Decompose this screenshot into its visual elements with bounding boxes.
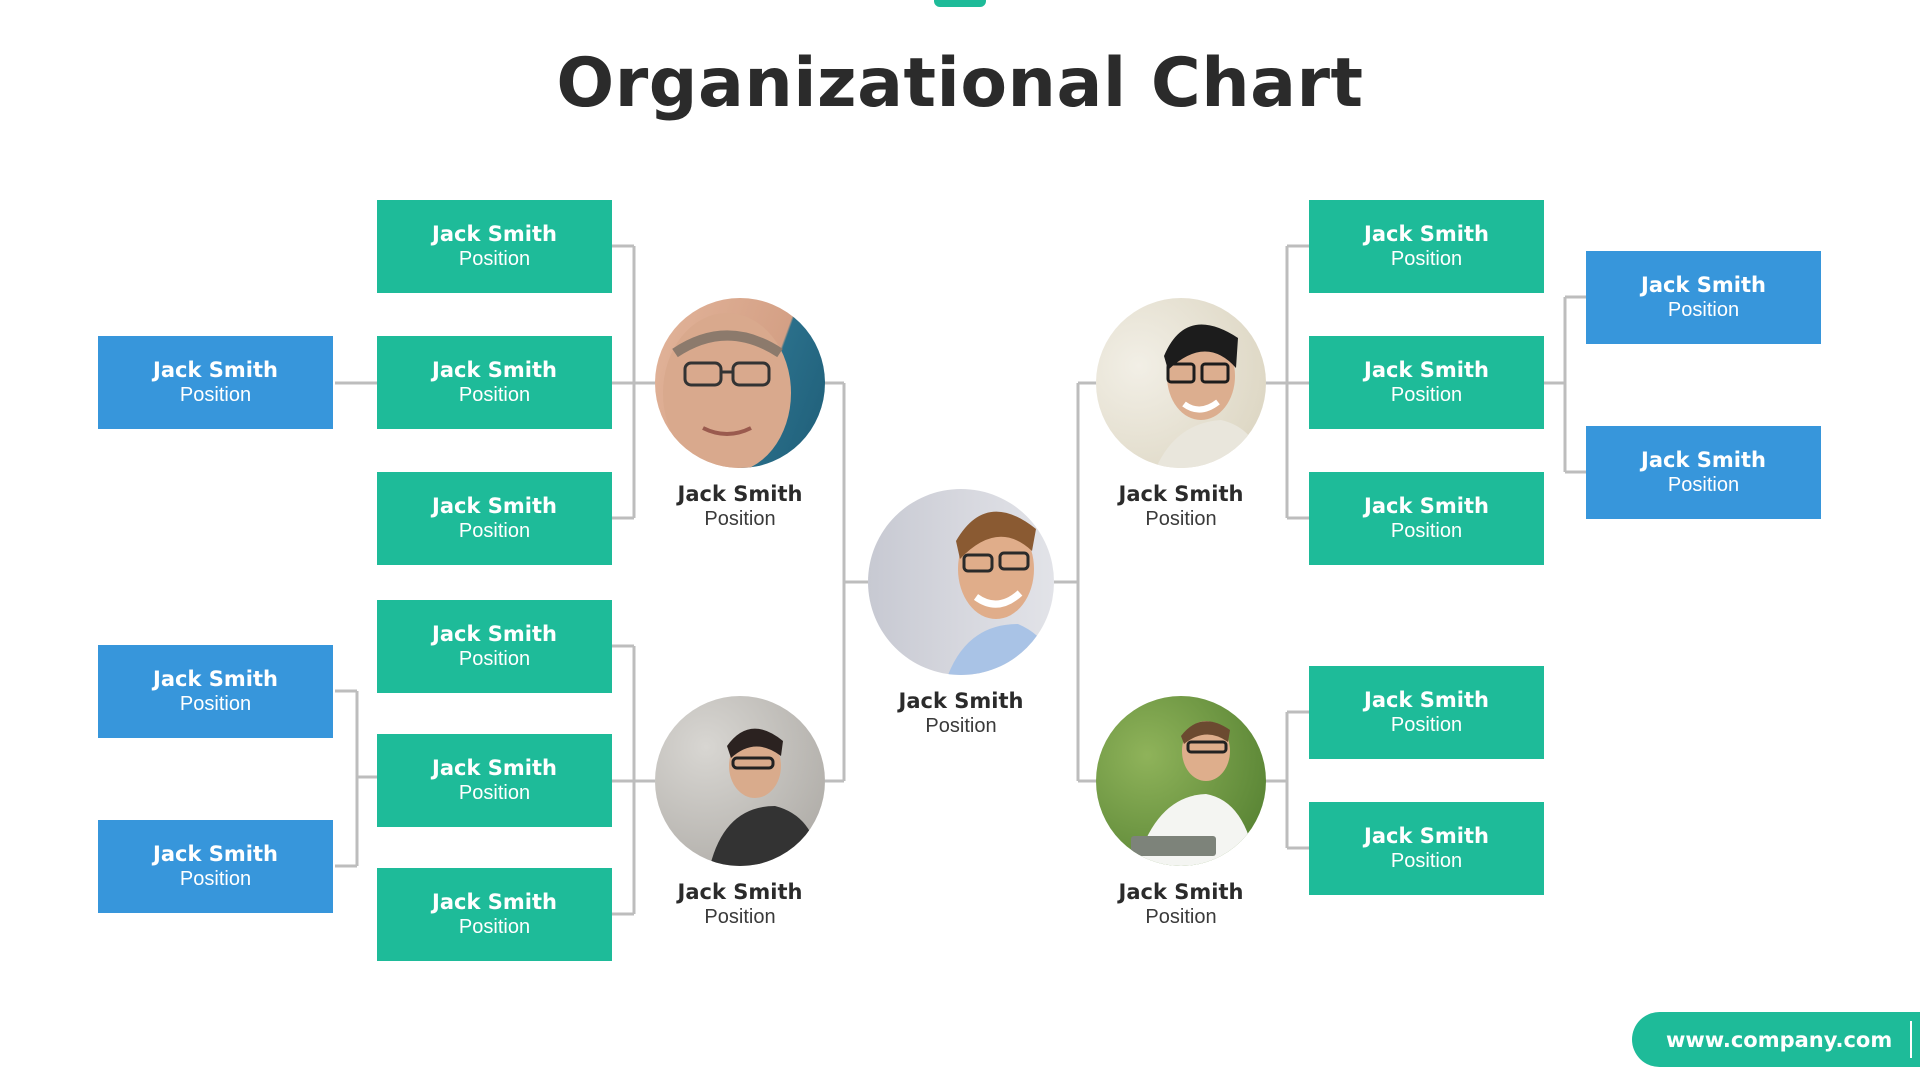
member-position: Position (179, 383, 252, 406)
manager-position: Position (1145, 906, 1217, 928)
footer-divider (1910, 1021, 1912, 1058)
manager-right-bottom[interactable]: Jack Smith Position (1071, 696, 1291, 930)
manager-name: Jack Smith (1118, 880, 1244, 904)
org-box-right-bottom-team-2[interactable]: Jack Smith Position (1309, 802, 1544, 895)
org-box-right-top-sub-1[interactable]: Jack Smith Position (1586, 251, 1821, 344)
ceo-position: Position (925, 715, 997, 737)
face-illustration (948, 511, 1054, 675)
org-box-right-top-team-2[interactable]: Jack Smith Position (1309, 336, 1544, 429)
member-position: Position (458, 383, 531, 406)
org-box-left-bottom-team-1[interactable]: Jack Smith Position (377, 600, 612, 693)
ceo[interactable]: Jack Smith Position (851, 489, 1071, 739)
footer-url[interactable]: www.company.com (1666, 1028, 1892, 1052)
org-box-left-bottom-sub-2[interactable]: Jack Smith Position (98, 820, 333, 913)
person-photo-icon (655, 696, 825, 866)
face-illustration (1156, 324, 1264, 468)
manager-position: Position (704, 906, 776, 928)
member-position: Position (1390, 849, 1463, 872)
footer-website-pill[interactable]: www.company.com (1632, 1012, 1920, 1067)
member-name: Jack Smith (153, 841, 278, 866)
face-illustration (663, 313, 791, 468)
manager-right-top[interactable]: Jack Smith Position (1071, 298, 1291, 532)
face-illustration (1131, 721, 1256, 866)
org-box-left-top-team-2[interactable]: Jack Smith Position (377, 336, 612, 429)
org-box-right-top-team-3[interactable]: Jack Smith Position (1309, 472, 1544, 565)
org-box-left-top-sub-1[interactable]: Jack Smith Position (98, 336, 333, 429)
manager-name: Jack Smith (1118, 482, 1244, 506)
member-position: Position (179, 692, 252, 715)
org-box-left-bottom-team-3[interactable]: Jack Smith Position (377, 868, 612, 961)
member-name: Jack Smith (153, 666, 278, 691)
org-box-left-bottom-sub-1[interactable]: Jack Smith Position (98, 645, 333, 738)
member-position: Position (1390, 247, 1463, 270)
person-photo-icon (868, 489, 1054, 675)
manager-left-top[interactable]: Jack Smith Position (630, 298, 850, 532)
member-name: Jack Smith (432, 493, 557, 518)
member-name: Jack Smith (1364, 221, 1489, 246)
member-position: Position (1667, 298, 1740, 321)
member-position: Position (458, 247, 531, 270)
member-name: Jack Smith (432, 357, 557, 382)
ceo-name: Jack Smith (898, 689, 1024, 713)
member-name: Jack Smith (432, 755, 557, 780)
member-name: Jack Smith (1364, 493, 1489, 518)
member-name: Jack Smith (432, 889, 557, 914)
member-position: Position (179, 867, 252, 890)
member-position: Position (458, 781, 531, 804)
member-position: Position (1667, 473, 1740, 496)
org-box-right-bottom-team-1[interactable]: Jack Smith Position (1309, 666, 1544, 759)
member-name: Jack Smith (1364, 823, 1489, 848)
member-position: Position (458, 915, 531, 938)
manager-position: Position (1145, 508, 1217, 530)
face-illustration (710, 728, 820, 866)
org-box-right-top-team-1[interactable]: Jack Smith Position (1309, 200, 1544, 293)
member-name: Jack Smith (1364, 357, 1489, 382)
member-position: Position (1390, 519, 1463, 542)
person-photo-icon (1096, 696, 1266, 866)
org-box-left-bottom-team-2[interactable]: Jack Smith Position (377, 734, 612, 827)
member-name: Jack Smith (153, 357, 278, 382)
member-position: Position (458, 647, 531, 670)
org-box-left-top-team-3[interactable]: Jack Smith Position (377, 472, 612, 565)
org-box-left-top-team-1[interactable]: Jack Smith Position (377, 200, 612, 293)
manager-name: Jack Smith (677, 482, 803, 506)
member-position: Position (458, 519, 531, 542)
member-name: Jack Smith (1641, 447, 1766, 472)
person-photo-icon (655, 298, 825, 468)
member-position: Position (1390, 383, 1463, 406)
manager-position: Position (704, 508, 776, 530)
manager-name: Jack Smith (677, 880, 803, 904)
member-name: Jack Smith (432, 221, 557, 246)
member-name: Jack Smith (432, 621, 557, 646)
member-position: Position (1390, 713, 1463, 736)
org-box-right-top-sub-2[interactable]: Jack Smith Position (1586, 426, 1821, 519)
person-photo-icon (1096, 298, 1266, 468)
manager-left-bottom[interactable]: Jack Smith Position (630, 696, 850, 930)
member-name: Jack Smith (1641, 272, 1766, 297)
member-name: Jack Smith (1364, 687, 1489, 712)
